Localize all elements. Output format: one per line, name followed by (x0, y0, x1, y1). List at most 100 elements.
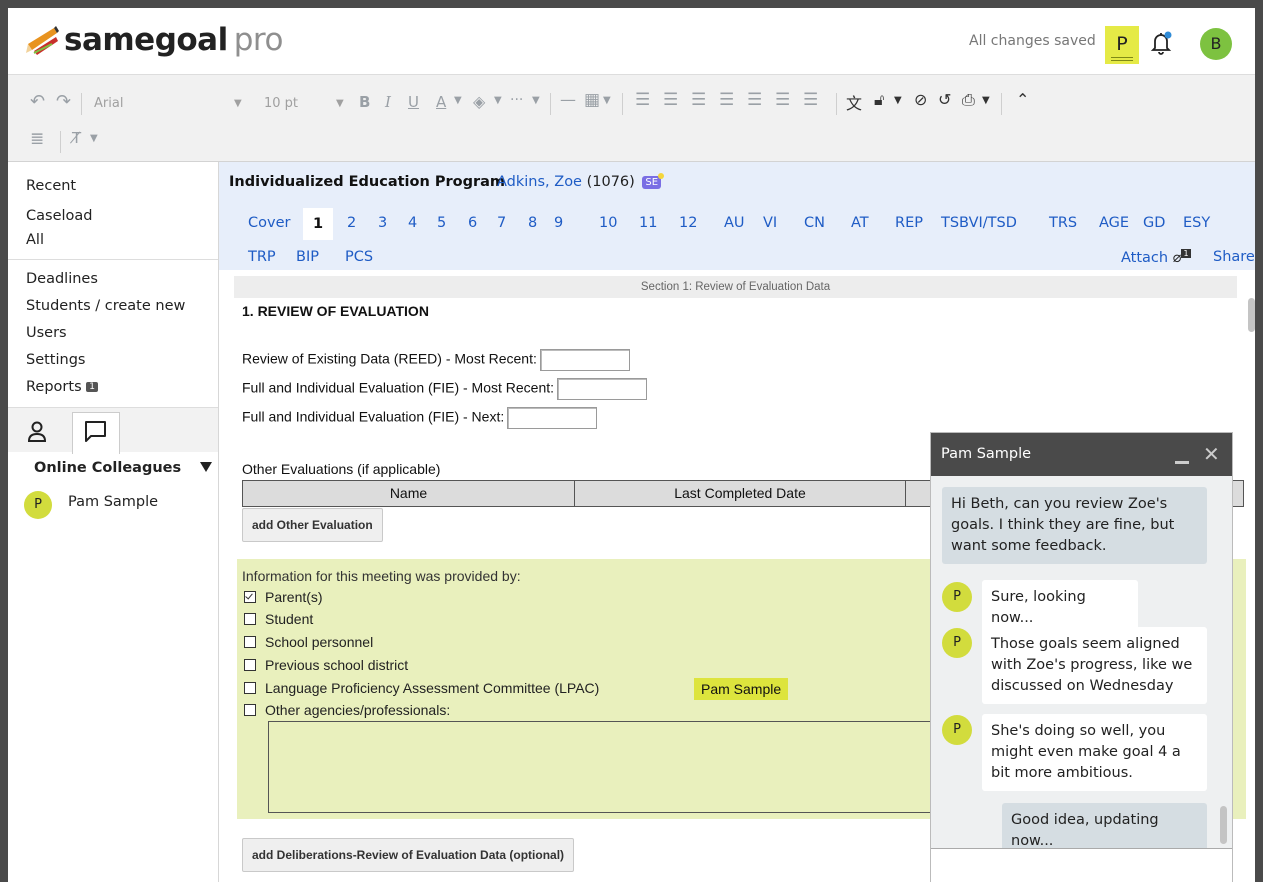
print-icon[interactable]: ⎙ (962, 90, 975, 110)
tab-section-cn[interactable]: CN (804, 215, 825, 231)
provider-parents[interactable]: Parent(s) (244, 589, 323, 605)
tab-section-4[interactable]: 4 (408, 215, 417, 231)
tab-section-vi[interactable]: VI (763, 215, 777, 231)
text-color-icon[interactable]: A (436, 93, 446, 111)
tab-section-1-active[interactable]: 1 (303, 208, 333, 240)
provider-previous-district[interactable]: Previous school district (244, 657, 408, 673)
sidebar-item-caseload[interactable]: Caseload (26, 208, 92, 224)
sidebar-item-deadlines[interactable]: Deadlines (26, 271, 98, 287)
sidebar-item-settings[interactable]: Settings (26, 352, 85, 368)
tab-section-9[interactable]: 9 (554, 215, 563, 231)
chevron-down-icon[interactable]: ▼ (603, 95, 611, 106)
fill-color-icon[interactable]: ◈ (473, 92, 485, 111)
align-left-icon[interactable]: ☰ (747, 90, 762, 110)
tab-section-tsbvi-tsd[interactable]: TSBVI/TSD (941, 215, 1017, 231)
numbered-list-icon[interactable]: ☰ (635, 90, 650, 110)
person-icon[interactable] (26, 420, 48, 448)
redo-icon[interactable]: ↷ (56, 91, 71, 112)
app-logo[interactable]: samegoal pro (24, 22, 283, 58)
tab-section-rep[interactable]: REP (895, 215, 923, 231)
notifications-bell-icon[interactable] (1149, 30, 1173, 60)
chevron-down-icon[interactable]: ▼ (894, 95, 902, 106)
colleague-name[interactable]: Pam Sample (68, 494, 158, 510)
minimize-icon[interactable] (1175, 461, 1189, 464)
tab-section-5[interactable]: 5 (437, 215, 446, 231)
presence-indicator[interactable]: P (1105, 26, 1139, 64)
close-icon[interactable]: ✕ (1203, 444, 1220, 464)
horizontal-line-icon[interactable]: — (560, 90, 576, 109)
tab-section-10[interactable]: 10 (599, 215, 617, 231)
table-icon[interactable]: ▦ (584, 90, 600, 110)
provider-other-agencies[interactable]: Other agencies/professionals: (244, 702, 450, 718)
italic-icon[interactable]: I (385, 93, 391, 111)
tab-section-bip[interactable]: BIP (296, 249, 319, 265)
tab-section-7[interactable]: 7 (497, 215, 506, 231)
checkbox[interactable] (244, 636, 256, 648)
checkbox[interactable] (244, 704, 256, 716)
chevron-down-icon[interactable]: ▼ (90, 133, 98, 144)
bold-icon[interactable]: B (359, 93, 370, 111)
chevron-down-icon[interactable]: ▼ (454, 95, 462, 106)
colleague-avatar[interactable]: P (24, 491, 52, 519)
provider-school-personnel[interactable]: School personnel (244, 634, 373, 650)
tab-section-esy[interactable]: ESY (1183, 215, 1210, 231)
more-options-icon[interactable]: ··· (510, 92, 523, 108)
chat-message-input[interactable] (931, 848, 1232, 882)
document-scrollbar[interactable] (1246, 271, 1255, 882)
add-deliberations-button[interactable]: add Deliberations-Review of Evaluation D… (242, 838, 575, 872)
checkbox-checked[interactable] (244, 591, 256, 603)
sidebar-item-reports[interactable]: Reports 1 (26, 379, 98, 395)
provider-student[interactable]: Student (244, 611, 313, 627)
collapse-toolbar-icon[interactable]: ⌃ (1016, 90, 1029, 109)
undo-icon[interactable]: ↶ (30, 91, 45, 112)
chevron-down-icon[interactable]: ▼ (532, 95, 540, 106)
check-circle-icon[interactable]: ⊘ (914, 90, 927, 109)
user-avatar[interactable]: B (1200, 28, 1232, 60)
sidebar-item-students[interactable]: Students / create new (26, 298, 185, 314)
share-link[interactable]: Share (1213, 249, 1255, 265)
tab-section-trp[interactable]: TRP (248, 249, 276, 265)
document-scrollbar-thumb[interactable] (1248, 298, 1255, 332)
align-justify-icon[interactable]: ☰ (803, 90, 818, 110)
tab-section-3[interactable]: 3 (378, 215, 387, 231)
font-size-select[interactable]: 10 pt ▼ (264, 91, 354, 117)
tab-section-trs[interactable]: TRS (1049, 215, 1077, 231)
fie-recent-date-input[interactable] (557, 378, 648, 400)
tab-section-age[interactable]: AGE (1099, 215, 1129, 231)
underline-icon[interactable]: U (408, 93, 419, 111)
tab-section-8[interactable]: 8 (528, 215, 537, 231)
collapse-triangle-icon[interactable] (200, 462, 212, 472)
chat-scrollbar-thumb[interactable] (1220, 806, 1227, 844)
other-agencies-textarea[interactable] (268, 721, 948, 813)
outdent-icon[interactable]: ☰ (719, 90, 734, 110)
paragraph-format-icon[interactable]: ≣ (30, 129, 44, 149)
chevron-down-icon[interactable]: ▼ (982, 95, 990, 106)
bullet-list-icon[interactable]: ☰ (663, 90, 678, 110)
tab-section-6[interactable]: 6 (468, 215, 477, 231)
add-other-evaluation-button[interactable]: add Other Evaluation (242, 508, 383, 542)
tab-section-gd[interactable]: GD (1143, 215, 1165, 231)
fie-next-date-input[interactable] (507, 407, 598, 429)
translate-icon[interactable]: 文 (846, 90, 862, 114)
checkbox[interactable] (244, 682, 256, 694)
align-center-icon[interactable]: ☰ (775, 90, 790, 110)
sidebar-item-users[interactable]: Users (26, 325, 67, 341)
tab-section-pcs[interactable]: PCS (345, 249, 373, 265)
indent-icon[interactable]: ☰ (691, 90, 706, 110)
sidebar-item-all[interactable]: All (26, 232, 44, 248)
lock-icon[interactable]: 🔓︎ (874, 90, 884, 110)
tab-section-au[interactable]: AU (724, 215, 745, 231)
student-name-link[interactable]: Adkins, Zoe (497, 174, 582, 190)
tab-section-12[interactable]: 12 (679, 215, 697, 231)
tab-section-at[interactable]: AT (851, 215, 869, 231)
attach-link[interactable]: Attach ⌀ 1 (1121, 249, 1191, 266)
tab-cover[interactable]: Cover (248, 215, 290, 231)
tab-section-11[interactable]: 11 (639, 215, 657, 231)
tab-chat[interactable] (72, 412, 120, 454)
checkbox[interactable] (244, 613, 256, 625)
provider-lpac[interactable]: Language Proficiency Assessment Committe… (244, 680, 599, 696)
clear-format-icon[interactable]: T̸ (72, 129, 81, 147)
checkbox[interactable] (244, 659, 256, 671)
font-family-select[interactable]: Arial ▼ (94, 91, 244, 117)
sidebar-item-recent[interactable]: Recent (26, 178, 76, 194)
